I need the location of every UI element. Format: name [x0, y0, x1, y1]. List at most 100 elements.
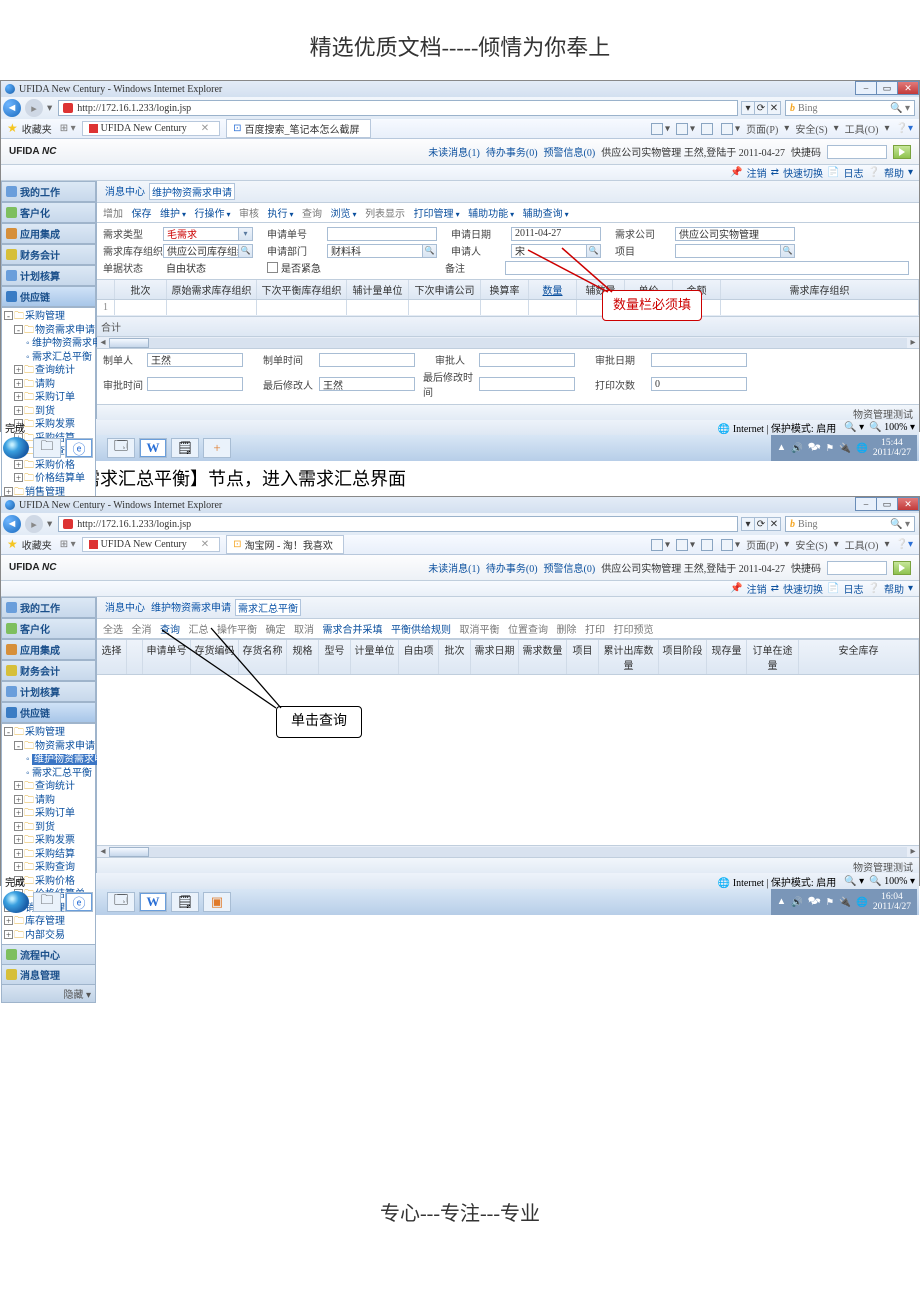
utility-bar: 📌 注销 ⇄快速切换 📄日志 ❔帮助▾ — [1, 165, 919, 181]
window-title: UFIDA New Century - Windows Internet Exp… — [19, 84, 222, 95]
req-company-field[interactable]: 供应公司实物管理 — [675, 227, 795, 241]
task-app3[interactable]: 🗒 — [171, 438, 199, 458]
browser-search[interactable]: b Bing 🔍 ▾ — [785, 100, 915, 116]
go-button[interactable] — [893, 145, 911, 159]
help-button[interactable]: ❔▾ — [896, 123, 913, 134]
safety-menu[interactable]: 安全(S) — [795, 121, 827, 136]
tb-rowop[interactable]: 行操作 — [195, 209, 231, 220]
apply-date-field[interactable]: 2011-04-27 — [511, 227, 601, 241]
back-button[interactable]: ◄ — [3, 515, 21, 533]
close-button[interactable]: ✕ — [897, 81, 919, 95]
forward-button[interactable]: ▸ — [25, 99, 43, 117]
content-status: 物资管理测试 — [97, 404, 919, 420]
side-mywork[interactable]: 我的工作 — [1, 597, 96, 618]
help-icon[interactable]: ❔ — [868, 167, 880, 178]
minimize-button[interactable]: – — [855, 81, 877, 95]
favorites-star-icon[interactable]: ★ — [7, 121, 18, 136]
req-type-field[interactable]: 毛需求▾ — [163, 227, 253, 241]
system-tray[interactable]: ▲🔊🗫⚑🔌🌐 15:442011/4/27 — [771, 435, 917, 461]
grid-hscroll[interactable]: ◂▸ — [97, 336, 919, 348]
taskbar: 🗀 ⓔ 🗔 W 🗒 + ▲🔊🗫⚑🔌🌐 15:442011/4/27 — [1, 435, 919, 461]
maximize-button[interactable]: ▭ — [876, 497, 898, 511]
ie-command-bar: ▾ ▾ ▾ 页面(P)▾ 安全(S)▾ 工具(O)▾ ❔▾ — [651, 121, 913, 136]
tb-review: 审核 — [239, 209, 259, 220]
address-bar[interactable]: http://172.16.1.233/login.jsp — [58, 516, 738, 532]
alert-link[interactable]: 预警信息(0) — [544, 144, 596, 159]
side-appint[interactable]: 应用集成 — [1, 639, 96, 660]
browser-tab-2[interactable]: ⊡淘宝网 - 淘！我喜欢 — [226, 535, 344, 554]
search-icon[interactable]: 🔍 ▾ — [890, 103, 910, 114]
back-button[interactable]: ◄ — [3, 99, 21, 117]
side-appint[interactable]: 应用集成 — [1, 223, 96, 244]
bottom-form: 制单人王然 制单时间 审批人 审批日期 审批时间 最后修改人王然 最后修改时间 … — [97, 348, 919, 404]
page-menu[interactable]: 页面(P) — [746, 121, 778, 136]
side-mywork[interactable]: 我的工作 — [1, 181, 96, 202]
url-text: http://172.16.1.233/login.jsp — [77, 103, 191, 114]
tb-exec[interactable]: 执行 — [268, 209, 294, 220]
refresh-button[interactable]: ⟳ — [754, 101, 768, 115]
close-button[interactable]: ✕ — [897, 497, 919, 511]
forward-button[interactable]: ▸ — [25, 515, 43, 533]
req-org-field[interactable]: 供应公司库存组织🔍 — [163, 244, 253, 258]
task-word[interactable]: W — [139, 438, 167, 458]
side-client[interactable]: 客户化 — [1, 202, 96, 223]
side-supply[interactable]: 供应链 — [1, 286, 96, 307]
address-bar[interactable]: http://172.16.1.233/login.jsp — [58, 100, 738, 116]
side-fin[interactable]: 财务会计 — [1, 244, 96, 265]
crumb-active[interactable]: 维护物资需求申请 — [149, 183, 235, 200]
tools-menu[interactable]: 工具(O) — [845, 121, 879, 136]
project-field[interactable]: 🔍 — [675, 244, 795, 258]
log-icon[interactable]: 📄 — [827, 167, 839, 178]
browser-search[interactable]: bBing🔍 ▾ — [785, 516, 915, 532]
callout-qty: 数量栏必须填 — [602, 290, 702, 321]
dept-field[interactable]: 财料科🔍 — [327, 244, 437, 258]
tb-maint[interactable]: 维护 — [160, 209, 186, 220]
task-explorer[interactable]: 🗀 — [33, 438, 61, 458]
browser-tab-2[interactable]: ⊡百度搜索_笔记本怎么截屏 — [226, 119, 370, 138]
task-ie[interactable]: ⓔ — [65, 438, 93, 458]
side-supply[interactable]: 供应链 — [1, 702, 96, 723]
stop-button[interactable]: ✕ — [767, 101, 781, 115]
grid-hscroll[interactable]: ◂▸ — [97, 845, 919, 857]
maximize-button[interactable]: ▭ — [876, 81, 898, 95]
side-fin[interactable]: 财务会计 — [1, 660, 96, 681]
feeds-button[interactable]: ▾ — [676, 123, 695, 135]
task-app4[interactable]: + — [203, 438, 231, 458]
tb-browse[interactable]: 浏览 — [331, 209, 357, 220]
apply-no-field[interactable] — [327, 227, 437, 241]
unread-link[interactable]: 未读消息(1) — [428, 144, 480, 159]
side-client[interactable]: 客户化 — [1, 618, 96, 639]
side-plan[interactable]: 计划核算 — [1, 265, 96, 286]
home-button[interactable]: ▾ — [651, 123, 670, 135]
tb-auxq[interactable]: 辅助查询 — [523, 209, 569, 220]
browser-tab-active[interactable]: UFIDA New Century✕ — [82, 537, 221, 552]
tb-aux[interactable]: 辅助功能 — [468, 209, 514, 220]
start-button[interactable] — [3, 891, 29, 913]
switch-icon[interactable]: ⇄ — [771, 167, 779, 178]
start-button[interactable] — [3, 437, 29, 459]
tb-print[interactable]: 打印管理 — [414, 209, 460, 220]
grid-body[interactable]: 1 — [97, 300, 919, 316]
app-main: 我的工作 客户化 应用集成 财务会计 计划核算 供应链 -🗀采购管理 -🗀物资需… — [1, 181, 919, 419]
side-plan[interactable]: 计划核算 — [1, 681, 96, 702]
pin-icon[interactable]: 📌 — [730, 167, 742, 178]
mail-button[interactable] — [701, 123, 715, 135]
status-zoom[interactable]: 🔍 ▾ 🔍 100% ▾ — [844, 422, 915, 433]
window-control-buttons: – ▭ ✕ — [856, 81, 919, 95]
screenshot-1: UFIDA New Century - Windows Internet Exp… — [0, 80, 920, 432]
site-favicon — [63, 103, 73, 113]
breadcrumb: 消息中心 维护物资需求申请 需求汇总平衡 — [97, 597, 919, 619]
favorites-label[interactable]: 收藏夹 — [22, 121, 52, 136]
compat-icon[interactable]: ▾ — [741, 101, 755, 115]
browser-tab-active[interactable]: UFIDA New Century✕ — [82, 121, 221, 136]
todo-link[interactable]: 待办事务(0) — [486, 144, 538, 159]
quick-code-input[interactable] — [827, 145, 887, 159]
task-app1[interactable]: 🗔 — [107, 438, 135, 458]
print-button[interactable]: ▾ — [721, 123, 740, 135]
crumb-1[interactable]: 消息中心 — [103, 183, 147, 200]
urgent-checkbox[interactable] — [267, 262, 278, 273]
logout-link[interactable]: 注销 — [747, 165, 767, 180]
minimize-button[interactable]: – — [855, 497, 877, 511]
tb-save[interactable]: 保存 — [132, 209, 152, 220]
table-row[interactable]: 1 — [97, 300, 919, 316]
